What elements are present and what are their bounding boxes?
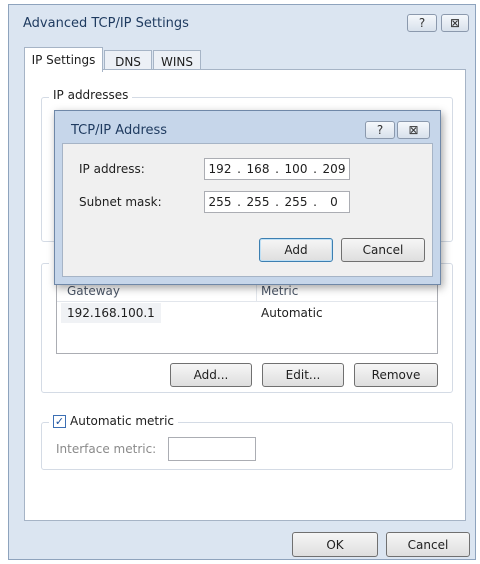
metric-cell: Automatic [261, 306, 323, 320]
mask-octet: 0 [330, 195, 338, 209]
tab-label: IP Settings [31, 53, 96, 67]
ip-address-input[interactable]: 192 . 168 . 100 . 209 [204, 158, 350, 180]
cancel-button[interactable]: Cancel [386, 532, 470, 557]
metric-column-header[interactable]: Metric [261, 284, 298, 298]
ip-address-label: IP address: [79, 162, 145, 176]
subnet-mask-input[interactable]: 255 . 255 . 255 . 0 [204, 191, 350, 213]
gateway-cell: 192.168.100.1 [67, 306, 155, 320]
mask-octet: 255 [246, 195, 270, 209]
close-icon: ⊠ [449, 16, 461, 30]
gateway-remove-button[interactable]: Remove [354, 363, 438, 387]
table-row[interactable]: 192.168.100.1 [61, 303, 161, 323]
dialog-help-button[interactable]: ? [365, 121, 395, 139]
dialog-close-button[interactable]: ⊠ [397, 121, 430, 139]
tab-label: WINS [161, 54, 193, 69]
interface-metric-label: Interface metric: [56, 442, 157, 456]
help-button[interactable]: ? [407, 14, 437, 32]
octet-separator: . [237, 195, 241, 209]
gateway-column-header[interactable]: Gateway [67, 284, 120, 298]
window-title: Advanced TCP/IP Settings [23, 16, 189, 31]
dialog-cancel-button[interactable]: Cancel [341, 238, 425, 262]
subnet-mask-label: Subnet mask: [79, 195, 162, 209]
help-icon: ? [418, 16, 426, 30]
octet-separator: . [237, 162, 241, 176]
automatic-metric-label: Automatic metric [70, 414, 174, 428]
ip-addresses-legend: IP addresses [49, 88, 133, 102]
ip-octet: 209 [322, 162, 346, 176]
octet-separator: . [313, 195, 317, 209]
automatic-metric-legend: ✓ Automatic metric [49, 414, 178, 428]
mask-octet: 255 [284, 195, 308, 209]
dialog-title: TCP/IP Address [71, 123, 168, 138]
octet-separator: . [275, 195, 279, 209]
close-icon: ⊠ [408, 123, 419, 137]
ip-octet: 100 [284, 162, 308, 176]
tab-ip-settings[interactable]: IP Settings [24, 47, 103, 72]
ok-button[interactable]: OK [292, 532, 378, 557]
interface-metric-field[interactable] [168, 437, 256, 461]
tcpip-address-dialog: TCP/IP Address ? ⊠ IP address: 192 . 168… [54, 110, 441, 285]
automatic-metric-checkbox[interactable]: ✓ [53, 414, 66, 428]
dialog-body: IP address: 192 . 168 . 100 . 209 Subnet… [62, 143, 433, 277]
octet-separator: . [313, 162, 317, 176]
ip-octet: 168 [246, 162, 270, 176]
ip-octet: 192 [208, 162, 232, 176]
tab-label: DNS [115, 54, 141, 69]
close-button[interactable]: ⊠ [441, 14, 469, 32]
gateway-edit-button[interactable]: Edit... [262, 363, 344, 387]
dialog-add-button[interactable]: Add [259, 238, 333, 262]
gateway-add-button[interactable]: Add... [170, 363, 252, 387]
help-icon: ? [376, 123, 384, 137]
mask-octet: 255 [208, 195, 232, 209]
octet-separator: . [275, 162, 279, 176]
